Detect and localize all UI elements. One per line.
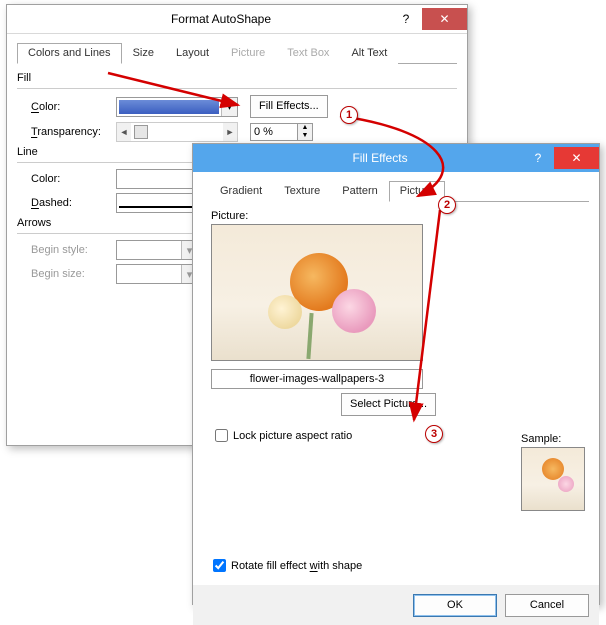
step-badge-1: 1 (340, 106, 358, 124)
begin-size-label: Begin size: (31, 268, 116, 280)
filename-field: flower-images-wallpapers-3 (211, 369, 423, 389)
color-label: Color: (31, 101, 116, 113)
cancel-button[interactable]: Cancel (505, 594, 589, 617)
ok-button[interactable]: OK (413, 594, 497, 617)
help-button[interactable]: ? (522, 147, 554, 169)
transparency-spin[interactable]: ▲▼ (250, 123, 313, 141)
titlebar[interactable]: Fill Effects ? ✕ (193, 144, 599, 172)
titlebar[interactable]: Format AutoShape ? ✕ (7, 5, 467, 34)
close-button[interactable]: ✕ (422, 8, 467, 30)
sample-thumbnail (521, 447, 585, 511)
begin-style-label: Begin style: (31, 244, 116, 256)
transparency-label: Transparency: (31, 126, 116, 138)
rotate-input[interactable] (213, 559, 226, 572)
tab-picture: Picture (220, 43, 276, 64)
begin-size-combo: ▾ (116, 264, 198, 284)
tabs: Colors and Lines Size Layout Picture Tex… (17, 42, 457, 64)
step-badge-3: 3 (425, 425, 443, 443)
tab-pattern[interactable]: Pattern (331, 181, 388, 202)
rotate-checkbox[interactable]: Rotate fill effect with shape (209, 556, 362, 575)
sample-area: Sample: (521, 433, 585, 511)
tab-texture[interactable]: Texture (273, 181, 331, 202)
picture-preview (211, 224, 423, 361)
select-picture-button[interactable]: Select Picture... (341, 393, 436, 416)
transparency-input[interactable] (250, 123, 297, 141)
tab-gradient[interactable]: Gradient (209, 181, 273, 202)
fill-effects-dialog: Fill Effects ? ✕ Gradient Texture Patter… (192, 143, 600, 605)
fill-group-label: Fill (17, 72, 457, 84)
fill-effects-button[interactable]: Fill Effects... (250, 95, 328, 118)
fill-color-combo[interactable]: ▾ (116, 97, 238, 117)
lock-aspect-input[interactable] (215, 429, 228, 442)
chevron-down-icon: ▾ (221, 98, 237, 116)
dialog-title: Fill Effects (238, 151, 522, 165)
transparency-slider[interactable]: ◄► (116, 122, 238, 142)
help-button[interactable]: ? (390, 8, 422, 30)
dashed-label: Dashed: (31, 197, 116, 209)
tab-layout[interactable]: Layout (165, 43, 220, 64)
tabs: Gradient Texture Pattern Picture (209, 180, 589, 202)
tab-textbox: Text Box (276, 43, 340, 64)
button-row: OK Cancel (193, 585, 599, 625)
tab-picture[interactable]: Picture (389, 181, 445, 202)
close-button[interactable]: ✕ (554, 147, 599, 169)
begin-style-combo: ▾ (116, 240, 198, 260)
picture-label: Picture: (211, 210, 589, 222)
tab-alttext[interactable]: Alt Text (340, 43, 398, 64)
line-color-label: Color: (31, 173, 116, 185)
sample-label: Sample: (521, 433, 585, 445)
tab-size[interactable]: Size (122, 43, 165, 64)
step-badge-2: 2 (438, 196, 456, 214)
tab-colors-lines[interactable]: Colors and Lines (17, 43, 122, 64)
dialog-title: Format AutoShape (52, 12, 390, 26)
